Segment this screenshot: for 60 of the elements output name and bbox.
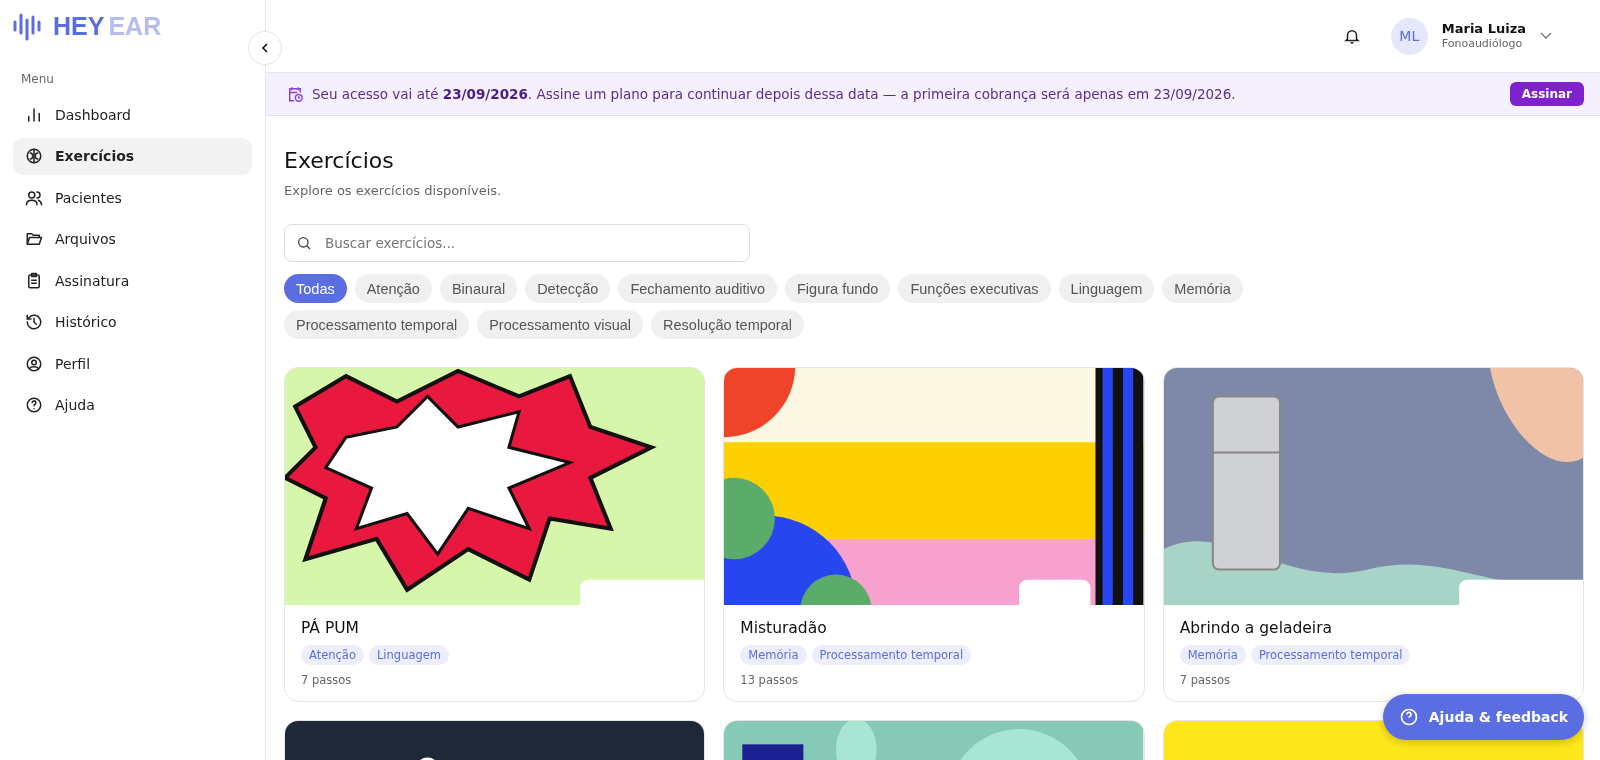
filter-chip[interactable]: Resolução temporal — [651, 310, 804, 339]
user-icon — [25, 354, 43, 373]
sidebar-item[interactable]: Arquivos — [13, 220, 252, 258]
filter-chip[interactable]: Figura fundo — [785, 274, 891, 303]
subscribe-button[interactable]: Assinar — [1509, 82, 1584, 106]
category-tag: Memória — [740, 645, 807, 665]
card-title: PÁ PUM — [301, 619, 360, 637]
search-field[interactable]: Buscar exercícios... — [284, 224, 750, 262]
brand-name: HEY — [53, 11, 105, 41]
category-tag: Linguagem — [368, 645, 450, 665]
calendar-clock-icon — [286, 85, 304, 103]
banner-text: Seu acesso vai até 23/09/2026. Assine um plano para continuar depois dessa data — a primeira cobrança será apenas em 23/09/2026. — [312, 86, 1237, 102]
category-tag: Processamento temporal — [811, 645, 972, 665]
sidebar-item[interactable]: Exercícios — [13, 137, 252, 175]
sidebar-item[interactable]: Histórico — [13, 303, 252, 341]
category-tag: Atenção — [301, 645, 364, 665]
exercise-card[interactable]: PÁ PUM Atenção Linguagem 7 passos — [284, 367, 706, 702]
sidebar-item[interactable]: Ajuda — [13, 386, 252, 424]
history-icon — [25, 313, 43, 331]
notification-icon[interactable] — [1342, 27, 1361, 45]
brand-name: EAR — [108, 11, 162, 41]
clipboard-icon — [25, 271, 43, 290]
step-count: 7 passos — [301, 673, 353, 687]
user-avatar[interactable]: ML — [1390, 17, 1428, 55]
folder-icon — [25, 230, 43, 248]
exercise-card[interactable]: Misturadão Memória Processamento temporal 13 passos — [723, 367, 1145, 702]
user-role: Fonoaudiólogo — [1441, 37, 1524, 51]
help-icon — [1398, 707, 1419, 727]
step-count: 7 passos — [1179, 673, 1231, 687]
filter-chip[interactable]: Processamento visual — [477, 310, 644, 339]
sidebar-item[interactable]: Perfil — [13, 345, 252, 382]
card-title: Misturadão — [740, 619, 828, 637]
filter-chip[interactable]: Fechamento auditivo — [618, 274, 777, 303]
filter-chip[interactable]: Processamento temporal — [284, 310, 470, 339]
card-title: Abrindo a geladeira — [1179, 619, 1333, 637]
page-title: Exercícios — [284, 148, 395, 173]
users-icon — [25, 188, 43, 207]
exercise-card[interactable]: Abrindo a geladeira Memória Processamento temporal 7 passos — [1162, 367, 1584, 702]
filter-chip[interactable]: Todas — [284, 274, 347, 303]
category-tag: Memória — [1179, 645, 1246, 665]
filter-chip[interactable]: Detecção — [525, 274, 611, 303]
logo-icon — [13, 11, 41, 41]
help-feedback-button[interactable]: Ajuda & feedback — [1382, 694, 1584, 740]
chevron-left-icon — [259, 42, 271, 54]
filter-chip[interactable]: Memória — [1162, 274, 1243, 303]
sidebar-item[interactable]: Dashboard — [13, 96, 252, 133]
sidebar-item[interactable]: Assinatura — [13, 262, 252, 299]
page-subtitle: Explore os exercícios disponíveis. — [284, 183, 503, 198]
help-icon — [25, 396, 43, 414]
filter-chip[interactable]: Atenção — [354, 274, 432, 303]
chart-icon — [25, 105, 43, 124]
filter-chip[interactable]: Funções executivas — [898, 274, 1051, 303]
sidebar-item[interactable]: Pacientes — [13, 179, 252, 216]
menu-heading: Menu — [21, 72, 55, 86]
category-tag: Processamento temporal — [1250, 645, 1411, 665]
user-name: Maria Luiza — [1441, 21, 1526, 38]
filter-chip[interactable]: Binaural — [439, 274, 518, 303]
chevron-down-icon[interactable] — [1540, 32, 1552, 40]
filter-chip[interactable]: Linguagem — [1058, 274, 1155, 303]
step-count: 13 passos — [740, 673, 799, 687]
